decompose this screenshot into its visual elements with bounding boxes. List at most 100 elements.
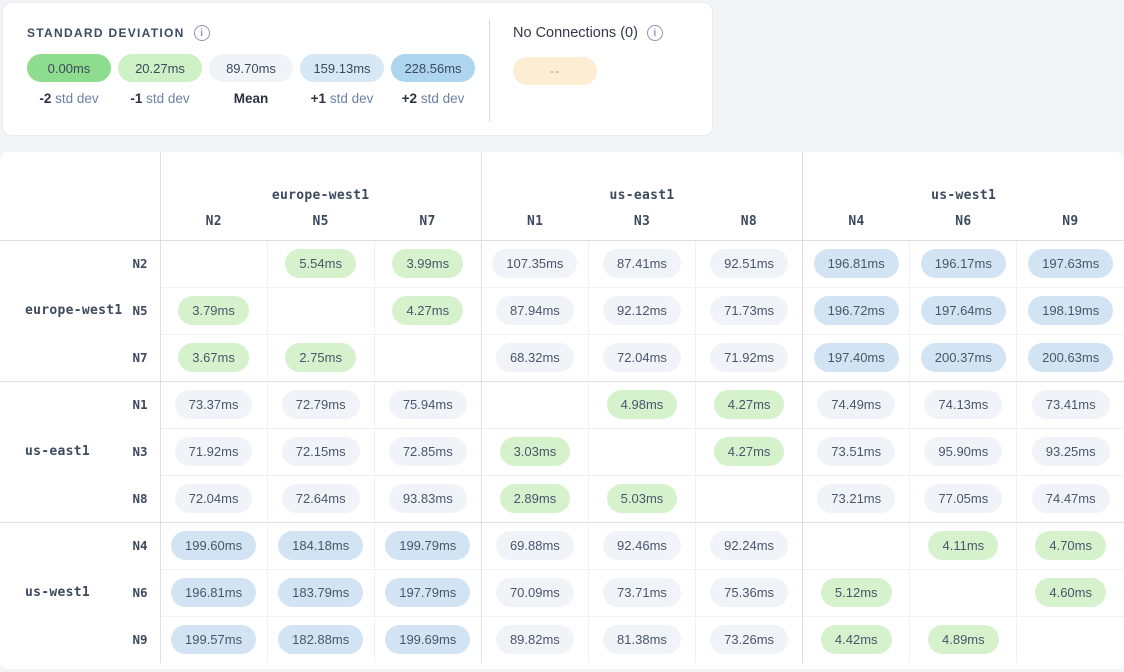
latency-pill[interactable]: 68.32ms [496, 343, 574, 372]
latency-pill[interactable]: 72.04ms [603, 343, 681, 372]
latency-pill[interactable]: 72.04ms [175, 484, 253, 513]
latency-pill[interactable]: 81.38ms [603, 625, 681, 654]
latency-pill[interactable]: 197.63ms [1028, 249, 1113, 278]
latency-pill[interactable]: 184.18ms [278, 531, 363, 560]
latency-pill[interactable]: 199.60ms [171, 531, 256, 560]
latency-pill[interactable]: 199.79ms [385, 531, 470, 560]
latency-pill[interactable]: 197.79ms [385, 578, 470, 607]
legend-label-text: std dev [146, 91, 190, 106]
latency-pill[interactable]: 89.82ms [496, 625, 574, 654]
latency-pill[interactable]: 73.26ms [710, 625, 788, 654]
latency-pill[interactable]: 4.60ms [1035, 578, 1106, 607]
latency-pill[interactable]: 198.19ms [1028, 296, 1113, 325]
latency-pill[interactable]: 71.73ms [710, 296, 788, 325]
latency-pill[interactable]: 4.11ms [928, 531, 998, 560]
latency-cell: 182.88ms [267, 616, 374, 663]
latency-pill[interactable]: 95.90ms [924, 437, 1002, 466]
latency-pill[interactable]: 2.75ms [285, 343, 356, 372]
latency-pill[interactable]: 71.92ms [710, 343, 788, 372]
legend-pill: 228.56ms [391, 54, 475, 82]
latency-pill[interactable]: 5.12ms [821, 578, 892, 607]
latency-pill[interactable]: 196.81ms [171, 578, 256, 607]
latency-pill[interactable]: 196.72ms [814, 296, 899, 325]
latency-pill[interactable]: 75.36ms [710, 578, 788, 607]
latency-pill[interactable]: 3.99ms [392, 249, 463, 278]
latency-pill[interactable]: 4.27ms [714, 437, 785, 466]
latency-pill[interactable]: 74.13ms [924, 390, 1002, 419]
latency-pill[interactable]: 74.49ms [817, 390, 895, 419]
legend-label: +1 std dev [300, 91, 384, 106]
latency-pill[interactable]: 183.79ms [278, 578, 363, 607]
latency-pill[interactable]: 4.70ms [1035, 531, 1106, 560]
latency-pill[interactable]: 73.21ms [817, 484, 895, 513]
node-column-header: N3 [588, 210, 695, 240]
latency-pill[interactable]: 73.37ms [175, 390, 253, 419]
latency-cell: 69.88ms [481, 522, 588, 569]
latency-pill[interactable]: 72.64ms [282, 484, 360, 513]
latency-pill[interactable]: 92.12ms [603, 296, 681, 325]
latency-pill[interactable]: 199.57ms [171, 625, 256, 654]
latency-pill[interactable]: 3.67ms [178, 343, 249, 372]
latency-pill[interactable]: 93.83ms [389, 484, 467, 513]
latency-pill[interactable]: 182.88ms [278, 625, 363, 654]
no-connections-section: No Connections (0) i -- [513, 25, 663, 85]
latency-pill[interactable]: 92.46ms [603, 531, 681, 560]
latency-pill[interactable]: 199.69ms [385, 625, 470, 654]
latency-cell: 4.11ms [910, 522, 1017, 569]
latency-pill[interactable]: 5.54ms [285, 249, 356, 278]
latency-pill[interactable]: 2.89ms [500, 484, 571, 513]
latency-pill[interactable]: 92.51ms [710, 249, 788, 278]
matrix-header: europe-west1us-east1us-west1N2N5N7N1N3N8… [0, 152, 1124, 240]
row-node-label: N9 [132, 632, 147, 647]
latency-pill[interactable]: 4.42ms [821, 625, 892, 654]
latency-pill[interactable]: 72.79ms [282, 390, 360, 419]
latency-cell: 74.49ms [803, 381, 910, 428]
latency-pill[interactable]: 93.25ms [1032, 437, 1110, 466]
info-icon[interactable]: i [647, 25, 663, 41]
latency-pill[interactable]: 87.94ms [496, 296, 574, 325]
info-icon[interactable]: i [194, 25, 210, 41]
legend-label-bold: +2 [402, 91, 417, 106]
latency-cell: 81.38ms [588, 616, 695, 663]
latency-pill[interactable]: 72.85ms [389, 437, 467, 466]
latency-cell: 3.67ms [160, 334, 267, 381]
row-header: N4 [0, 522, 160, 569]
latency-pill[interactable]: 70.09ms [496, 578, 574, 607]
latency-pill[interactable]: 197.64ms [921, 296, 1006, 325]
legend-label-text: std dev [421, 91, 465, 106]
latency-pill[interactable]: 4.27ms [392, 296, 463, 325]
row-header-inner: us-east1N3 [0, 444, 160, 459]
latency-pill[interactable]: 73.71ms [603, 578, 681, 607]
latency-pill[interactable]: 3.79ms [178, 296, 249, 325]
latency-pill[interactable]: 5.03ms [607, 484, 678, 513]
latency-pill[interactable]: 73.51ms [817, 437, 895, 466]
row-region-label: europe-west1 [25, 303, 123, 318]
latency-pill[interactable]: 4.89ms [928, 625, 999, 654]
legend-title: STANDARD DEVIATION [27, 26, 185, 40]
latency-pill[interactable]: 196.17ms [921, 249, 1006, 278]
latency-pill[interactable]: 196.81ms [814, 249, 899, 278]
latency-pill[interactable]: 72.15ms [282, 437, 360, 466]
latency-cell: 4.89ms [910, 616, 1017, 663]
latency-pill[interactable]: 87.41ms [603, 249, 681, 278]
latency-cell: 75.94ms [374, 381, 481, 428]
latency-pill[interactable]: 74.47ms [1032, 484, 1110, 513]
latency-cell: 72.85ms [374, 428, 481, 475]
latency-pill[interactable]: 77.05ms [924, 484, 1002, 513]
latency-pill[interactable]: 197.40ms [814, 343, 899, 372]
latency-pill[interactable]: 200.37ms [921, 343, 1006, 372]
latency-pill[interactable]: 69.88ms [496, 531, 574, 560]
latency-pill[interactable]: 107.35ms [492, 249, 577, 278]
latency-pill[interactable]: 4.27ms [714, 390, 785, 419]
latency-pill[interactable]: 73.41ms [1032, 390, 1110, 419]
latency-cell: 196.81ms [803, 240, 910, 287]
latency-cell: 197.40ms [803, 334, 910, 381]
latency-pill[interactable]: 71.92ms [175, 437, 253, 466]
latency-pill[interactable]: 4.98ms [607, 390, 678, 419]
latency-pill[interactable]: 92.24ms [710, 531, 788, 560]
row-node-label: N2 [132, 256, 147, 271]
legend-label: Mean [209, 91, 293, 106]
latency-pill[interactable]: 75.94ms [389, 390, 467, 419]
latency-pill[interactable]: 200.63ms [1028, 343, 1113, 372]
latency-pill[interactable]: 3.03ms [500, 437, 571, 466]
